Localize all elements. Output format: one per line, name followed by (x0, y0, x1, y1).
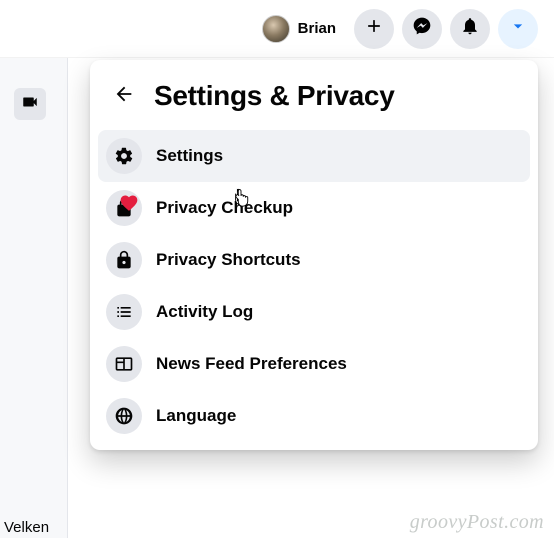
menu-item-activity-log[interactable]: Activity Log (98, 286, 530, 338)
menu-item-label: Privacy Shortcuts (156, 250, 301, 270)
menu-item-settings[interactable]: Settings (98, 130, 530, 182)
messenger-icon (412, 16, 432, 41)
menu-item-label: Settings (156, 146, 223, 166)
avatar (262, 15, 290, 43)
globe-icon (106, 398, 142, 434)
list-icon (106, 294, 142, 330)
menu-item-privacy-checkup[interactable]: Privacy Checkup (98, 182, 530, 234)
dropdown-title: Settings & Privacy (154, 80, 394, 112)
watermark: groovyPost.com (410, 511, 544, 534)
menu-item-language[interactable]: Language (98, 390, 530, 442)
dropdown-header: Settings & Privacy (98, 72, 530, 130)
background-text: Velken (4, 519, 49, 536)
back-button[interactable] (106, 78, 142, 114)
bell-icon (460, 16, 480, 41)
account-menu-button[interactable] (498, 9, 538, 49)
settings-privacy-dropdown: Settings & Privacy Settings Privacy Chec… (90, 60, 538, 450)
menu-item-label: Privacy Checkup (156, 198, 293, 218)
plus-icon (364, 16, 384, 41)
video-room-button[interactable] (14, 88, 46, 120)
lock-icon (106, 242, 142, 278)
top-bar: Brian (0, 0, 554, 58)
left-column (0, 58, 68, 538)
messenger-button[interactable] (402, 9, 442, 49)
menu-item-label: Language (156, 406, 236, 426)
menu-item-news-feed-preferences[interactable]: News Feed Preferences (98, 338, 530, 390)
menu-item-privacy-shortcuts[interactable]: Privacy Shortcuts (98, 234, 530, 286)
gear-icon (106, 138, 142, 174)
profile-name: Brian (298, 20, 336, 37)
notifications-button[interactable] (450, 9, 490, 49)
profile-chip[interactable]: Brian (258, 11, 346, 47)
news-feed-icon (106, 346, 142, 382)
menu-item-label: Activity Log (156, 302, 253, 322)
caret-down-icon (508, 16, 528, 41)
lock-heart-icon (106, 190, 142, 226)
arrow-left-icon (113, 83, 135, 110)
create-button[interactable] (354, 9, 394, 49)
video-icon (21, 93, 39, 116)
menu-item-label: News Feed Preferences (156, 354, 347, 374)
